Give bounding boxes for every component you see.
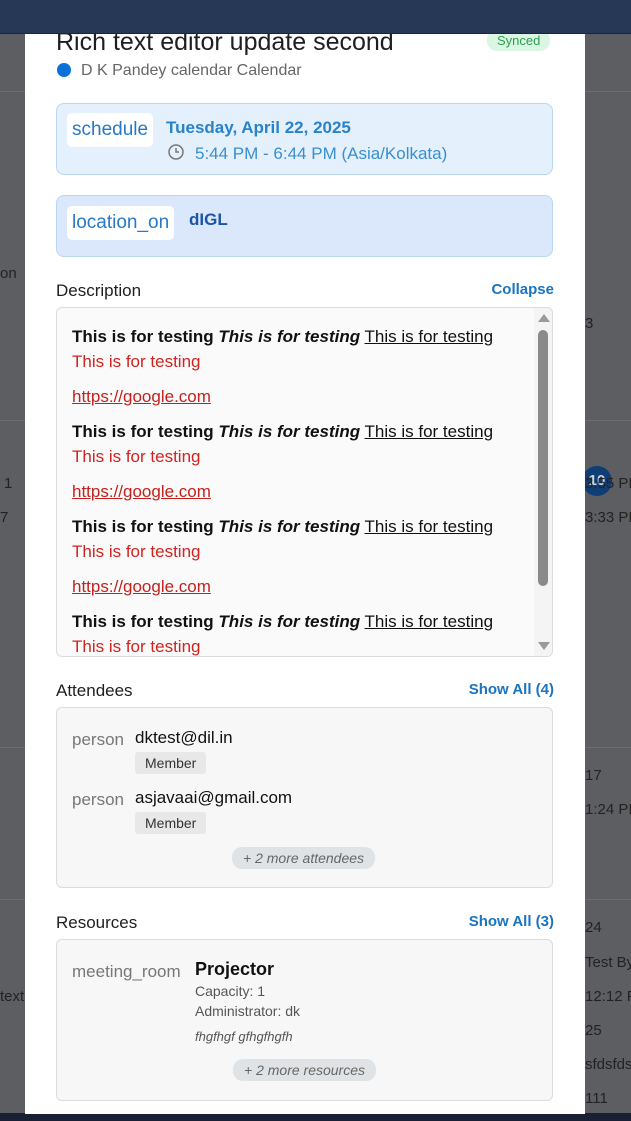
resource-name: Projector [195,959,275,979]
bold-text: This is for testing [72,327,214,346]
bg-text: 1:24 PI [585,801,631,818]
underlined-text: This is for testing [364,517,494,536]
bg-text: 24 [585,919,602,936]
attendee-email: dktest@dil.in [135,728,233,747]
event-time: 5:44 PM - 6:44 PM (Asia/Kolkata) [195,144,448,163]
calendar-color-dot [57,63,71,77]
scroll-up-arrow-icon[interactable] [538,314,550,322]
date-time-card: schedule Tuesday, April 22, 2025 5:44 PM… [56,103,553,175]
more-attendees-pill[interactable]: + 2 more attendees [232,847,376,869]
event-date: Tuesday, April 22, 2025 [166,118,351,137]
bg-divider [0,91,25,92]
bold-text: This is for testing [72,422,214,441]
event-title: Rich text editor update second [56,34,394,56]
red-text: This is for testing [72,637,201,656]
description-link[interactable]: https://google.com [72,574,534,599]
scroll-down-arrow-icon[interactable] [538,642,550,650]
resources-heading: Resources [56,913,138,932]
clock-icon [168,144,184,160]
calendar-name: D K Pandey calendar Calendar [81,62,302,79]
event-details-modal: Rich text editor update second Synced D … [25,34,585,1114]
bold-italic-text: This is for testing [218,422,361,441]
show-all-resources-button[interactable]: Show All (3) [469,913,554,930]
bg-divider [585,91,631,92]
description-link[interactable]: https://google.com [72,384,534,409]
scroll-thumb[interactable] [538,330,548,586]
sync-status-badge: Synced [487,34,551,51]
bold-text: This is for testing [72,517,214,536]
bottom-bar [0,1113,631,1121]
description-heading: Description [56,281,142,300]
resource-administrator: Administrator: dk [195,1003,301,1019]
bg-text: sfdsfds [585,1056,631,1073]
attendees-box: person dktest@dil.in Member person asjav… [56,707,553,888]
description-box[interactable]: This is for testing This is for testing … [56,307,553,657]
attendees-heading: Attendees [56,681,133,700]
meeting-room-icon: meeting_room [72,962,181,981]
app-top-bar [0,0,631,34]
bold-italic-text: This is for testing [218,612,361,631]
bg-text: 111 [585,1090,608,1107]
bg-text: on [0,265,17,282]
schedule-icon: schedule [67,113,154,147]
more-resources-pill[interactable]: + 2 more resources [233,1059,376,1081]
bg-text: 1 [4,475,13,492]
bold-italic-text: This is for testing [218,327,361,346]
underlined-text: This is for testing [364,612,494,631]
description-link[interactable]: https://google.com [72,479,534,504]
bg-text: 25 [585,1022,602,1039]
event-location: dIGL [189,210,228,229]
attendee-role-badge: Member [135,752,207,774]
red-text: This is for testing [72,447,201,466]
resource-notes: fhgfhgf gfhgfhgfh [195,1029,293,1044]
bg-text: 12:12 P [585,988,631,1005]
bg-text: text [0,988,25,1005]
attendee-email: asjavaai@gmail.com [135,788,293,807]
bg-text: Test By [585,954,631,971]
show-all-attendees-button[interactable]: Show All (4) [469,681,554,698]
bg-text: 17 [585,767,602,784]
person-icon: person [72,790,124,809]
bg-text: 3 [585,315,594,332]
location-card: location_on dIGL [56,195,553,257]
red-text: This is for testing [72,352,201,371]
underlined-text: This is for testing [364,327,494,346]
description-block: This is for testing This is for testing … [72,324,534,409]
description-content: This is for testing This is for testing … [72,324,534,656]
attendee-role-badge: Member [135,812,207,834]
resources-box: meeting_room Projector Capacity: 1 Admin… [56,939,553,1101]
bg-text: 3:55 PI [585,475,631,492]
bg-text: 7 [0,509,9,526]
red-text: This is for testing [72,542,201,561]
person-icon: person [72,730,124,749]
collapse-button[interactable]: Collapse [491,281,554,298]
resource-capacity: Capacity: 1 [195,983,266,999]
bold-text: This is for testing [72,612,214,631]
description-block: This is for testing This is for testing … [72,514,534,599]
bg-text: 3:33 PI [585,509,631,526]
bold-italic-text: This is for testing [218,517,361,536]
underlined-text: This is for testing [364,422,494,441]
description-block: This is for testing This is for testing … [72,419,534,504]
location-icon: location_on [67,206,175,240]
description-block: This is for testing This is for testing … [72,609,534,656]
description-scrollbar[interactable] [534,308,552,656]
